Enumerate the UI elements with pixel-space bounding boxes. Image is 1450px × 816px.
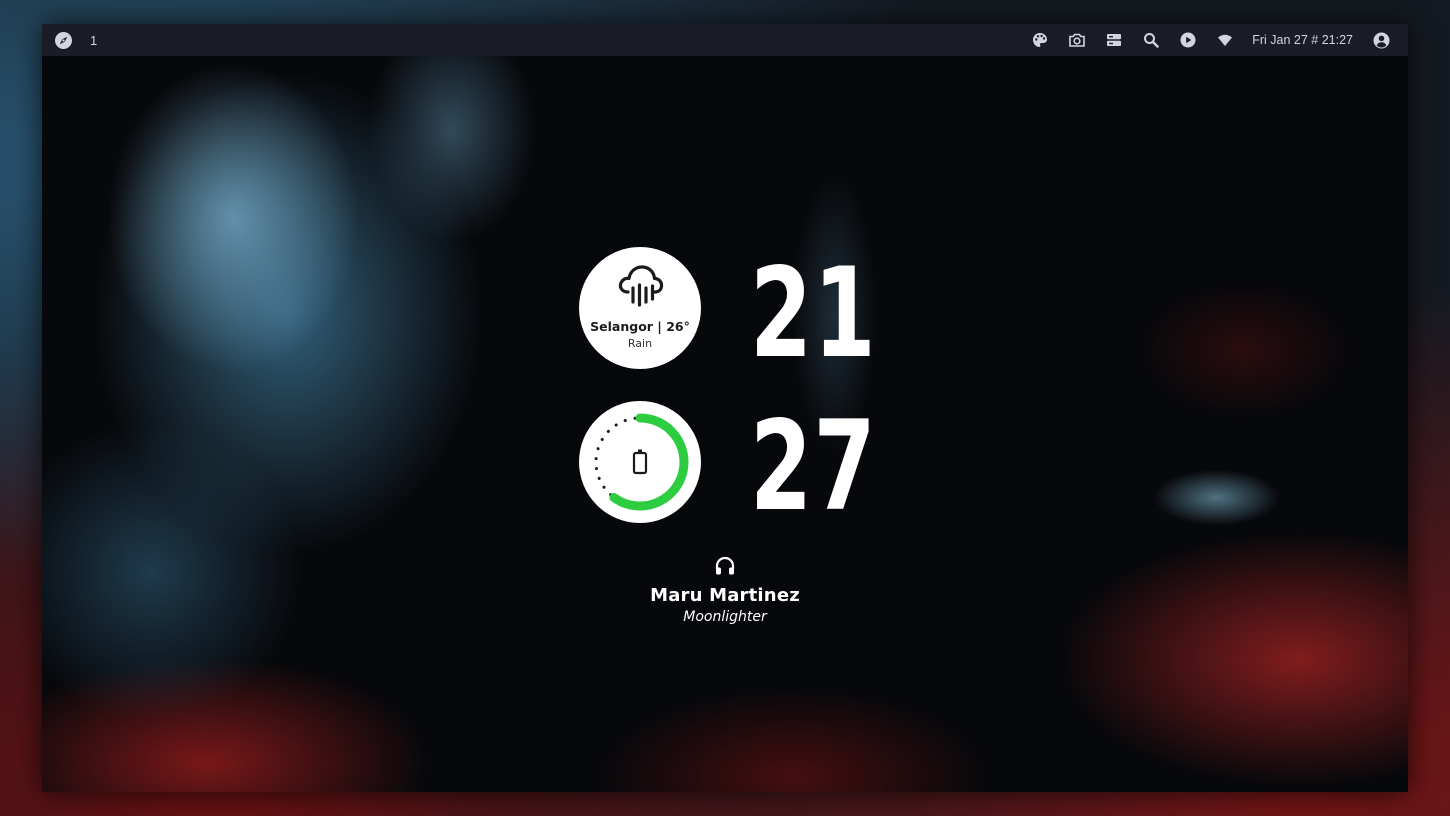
battery-icon	[632, 449, 648, 475]
weather-location-temp: Selangor | 26°	[590, 319, 690, 334]
cloud-rain-icon	[615, 261, 665, 315]
search-icon[interactable]	[1142, 31, 1160, 49]
clock-minute: 27	[750, 395, 878, 539]
desktop: 1 Fri Jan 27 # 21:27 Selangor | 26° Rain…	[42, 24, 1408, 792]
palette-icon[interactable]	[1031, 31, 1049, 49]
user-circle-icon[interactable]	[1373, 31, 1391, 49]
music-widget: Maru Martinez Moonlighter	[625, 554, 825, 625]
music-artist: Maru Martinez	[650, 585, 800, 606]
compass-icon[interactable]	[54, 31, 72, 49]
headphones-icon	[715, 556, 735, 575]
server-icon[interactable]	[1105, 31, 1123, 49]
clock-hour: 21	[750, 242, 878, 386]
date-time[interactable]: Fri Jan 27 # 21:27	[1252, 33, 1353, 47]
workspace-indicator[interactable]: 1	[90, 33, 97, 48]
play-icon[interactable]	[1179, 31, 1197, 49]
wifi-icon[interactable]	[1216, 31, 1234, 49]
weather-widget: Selangor | 26° Rain	[579, 247, 701, 369]
top-bar: 1 Fri Jan 27 # 21:27	[42, 24, 1408, 56]
wallpaper	[42, 56, 1408, 792]
weather-condition: Rain	[627, 337, 653, 350]
camera-icon[interactable]	[1068, 31, 1086, 49]
battery-widget	[579, 401, 701, 523]
music-track: Moonlighter	[683, 609, 767, 625]
